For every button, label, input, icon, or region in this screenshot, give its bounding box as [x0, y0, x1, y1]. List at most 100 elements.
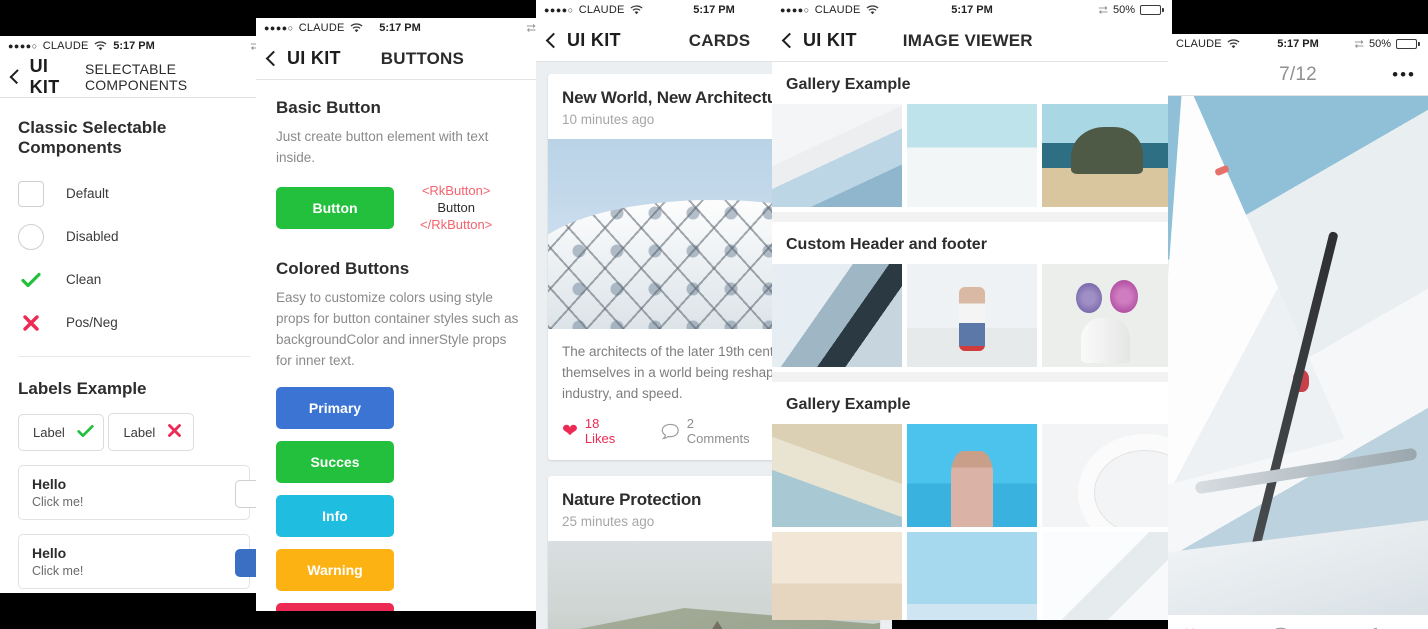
selectable-row-disabled[interactable]: Disabled	[18, 215, 250, 258]
gallery-row	[772, 264, 1172, 372]
colored-buttons-stack: Primary Succes Info Warning Danger	[276, 387, 524, 611]
nav-bar: 7/12 •••	[1168, 54, 1428, 96]
snow-photo[interactable]	[907, 104, 1037, 207]
page-title: CARDS	[688, 30, 751, 50]
hello-card-title: Hello	[32, 545, 67, 561]
button-succes[interactable]: Succes	[276, 441, 394, 483]
sailboat-photo[interactable]	[772, 104, 902, 207]
hello-card-title: Hello	[32, 476, 67, 492]
back-label: UI KIT	[29, 55, 60, 97]
hello-card-blue[interactable]: Hello Click me!	[18, 534, 263, 589]
glass-building-photo[interactable]	[772, 264, 902, 367]
chevron-left-icon	[545, 32, 562, 49]
heading-colored-buttons: Colored Buttons	[276, 259, 410, 278]
heart-icon: ❤	[562, 420, 578, 442]
status-bar-time: 5:17 PM	[1277, 38, 1319, 50]
label-chip-cross[interactable]: Label	[108, 413, 195, 451]
comments-action[interactable]: 2 Comments	[661, 416, 758, 446]
button-primary[interactable]: Primary	[276, 387, 394, 429]
cross-red-icon[interactable]	[18, 314, 44, 332]
beach-photo[interactable]	[772, 424, 902, 527]
chevron-left-icon	[265, 50, 282, 67]
back-label: UI KIT	[567, 30, 621, 50]
label-chip-text: Label	[33, 424, 65, 440]
hello-card-subtitle: Click me!	[32, 564, 84, 578]
skateboarder-photo[interactable]	[907, 264, 1037, 367]
gallery-row	[772, 532, 1172, 620]
selectable-label: Clean	[66, 272, 102, 287]
description-colored-buttons: Easy to customize colors using style pro…	[276, 290, 519, 368]
heart-icon: ❤	[1182, 626, 1198, 629]
status-bar: ●●●●○ CLAUDE 5:17 PM ⮂	[256, 18, 544, 38]
likes-action[interactable]: ❤ 18 Likes	[562, 416, 631, 446]
likes-action[interactable]: ❤ 18	[1182, 626, 1219, 629]
code-open-tag: <RkButton>	[421, 183, 491, 198]
heading-basic-button: Basic Button	[276, 98, 381, 117]
basic-button[interactable]: Button	[276, 186, 394, 229]
label-chip-text: Label	[123, 424, 156, 440]
status-bar-time: 5:17 PM	[113, 40, 155, 52]
label-chip-check[interactable]: Label	[18, 413, 104, 451]
back-button[interactable]: UI KIT	[265, 48, 341, 69]
section-title-labels: Labels Example	[18, 379, 147, 398]
back-button[interactable]: UI KIT	[545, 30, 621, 51]
rock-arch-photo[interactable]	[1042, 104, 1172, 207]
hello-card-outline[interactable]: Hello Click me!	[18, 465, 263, 520]
code-snippet: <RkButton> Button </RkButton>	[420, 182, 492, 233]
photo-counter: 7/12	[1279, 63, 1317, 85]
status-bar: CLAUDE 5:17 PM ⮂ 50%	[1168, 34, 1428, 54]
selectable-row-posneg[interactable]: Pos/Neg	[18, 301, 250, 344]
gallery-section: Gallery Example	[772, 62, 1172, 212]
selectable-label: Default	[66, 186, 109, 201]
gallery-heading: Gallery Example	[786, 396, 911, 413]
white-photo[interactable]	[1042, 532, 1172, 620]
description-basic-button: Just create button element with text ins…	[276, 129, 489, 165]
nav-bar: UI KIT BUTTONS	[256, 38, 544, 80]
gallery-section: Gallery Example	[772, 382, 1172, 620]
phone-panel-buttons: ●●●●○ CLAUDE 5:17 PM ⮂ UI KIT BUTTONS Ba…	[256, 18, 544, 611]
more-dots-icon[interactable]: •••	[1392, 65, 1416, 85]
flower-vases-photo[interactable]	[1042, 264, 1172, 367]
check-green-icon[interactable]	[18, 272, 44, 288]
page-title: SELECTABLE COMPONENTS	[84, 60, 188, 93]
back-button[interactable]: UI KIT	[781, 30, 857, 51]
hello-card-subtitle: Click me!	[32, 495, 84, 509]
nav-bar: UI KIT IMAGE VIEWER	[772, 20, 1172, 62]
nav-bar: UI KIT SELECTABLE COMPONENTS	[0, 56, 268, 98]
sailboat-full-photo[interactable]: ❤ 18 2 6	[1168, 96, 1428, 629]
selectable-row-default[interactable]: Default	[18, 172, 250, 215]
man-blue-sky-photo[interactable]	[907, 424, 1037, 527]
button-warning[interactable]: Warning	[276, 549, 394, 591]
status-bar: ●●●●○ CLAUDE 5:17 PM ⮂ 50%	[772, 0, 1172, 20]
back-button[interactable]: UI KIT	[9, 55, 75, 98]
section-divider	[18, 356, 250, 357]
panel4-content[interactable]: Gallery Example Custom Header and footer…	[772, 62, 1172, 620]
likes-label: 18 Likes	[584, 416, 616, 446]
basic-button-row: Button <RkButton> Button </RkButton>	[276, 182, 524, 233]
section-title-classic: Classic Selectable Components	[18, 118, 167, 157]
selectable-label: Pos/Neg	[66, 315, 118, 330]
radio-unchecked-icon[interactable]	[18, 223, 44, 250]
back-label: UI KIT	[287, 48, 341, 68]
gallery-heading: Gallery Example	[786, 76, 911, 93]
checkbox-unchecked-icon[interactable]	[18, 180, 44, 207]
selectable-row-clean[interactable]: Clean	[18, 258, 250, 301]
status-bar: ●●●●○ CLAUDE 5:17 PM ⮂	[0, 36, 268, 56]
life-buoy-photo[interactable]	[1042, 424, 1172, 527]
sand-photo[interactable]	[772, 532, 902, 620]
button-danger[interactable]: Danger	[276, 603, 394, 611]
gallery-row	[772, 424, 1172, 532]
phone-panel-selectable-components: ●●●●○ CLAUDE 5:17 PM ⮂ UI KIT SELECTABLE…	[0, 36, 268, 593]
check-green-icon	[77, 424, 94, 441]
screenshot-stage: ●●●●○ CLAUDE 5:17 PM ⮂ UI KIT SELECTABLE…	[0, 0, 1428, 629]
panel1-content: Classic Selectable Components Default Di…	[0, 118, 268, 589]
comment-icon	[662, 423, 680, 439]
sky-photo[interactable]	[907, 532, 1037, 620]
page-title: BUTTONS	[380, 48, 465, 68]
chevron-left-icon	[9, 69, 25, 84]
panel2-content: Basic Button Just create button element …	[256, 98, 544, 611]
phone-panel-photo-detail: CLAUDE 5:17 PM ⮂ 50% 7/12 •••	[1168, 34, 1428, 629]
cross-red-icon	[167, 423, 182, 441]
button-info[interactable]: Info	[276, 495, 394, 537]
status-bar-time: 5:17 PM	[951, 4, 993, 16]
